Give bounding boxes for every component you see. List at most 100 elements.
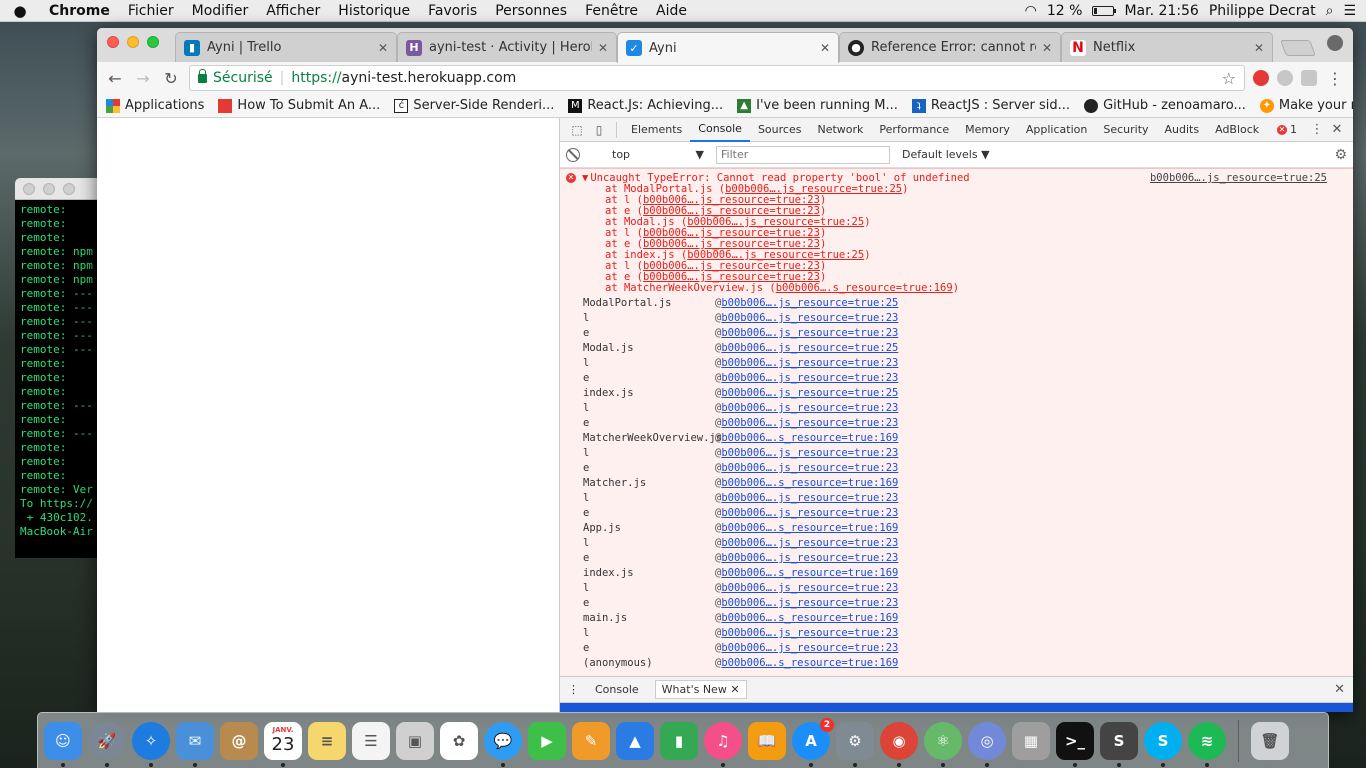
reload-icon[interactable]: ↻ bbox=[161, 69, 181, 88]
tab-memory[interactable]: Memory bbox=[957, 118, 1018, 142]
close-tab-icon[interactable]: ✕ bbox=[820, 41, 830, 55]
reminders-icon[interactable]: ☰ bbox=[352, 721, 390, 760]
mail-icon[interactable]: ✉ bbox=[176, 721, 214, 767]
extension-grey-icon[interactable] bbox=[1277, 70, 1293, 86]
web-page-viewport[interactable] bbox=[97, 118, 559, 712]
tab-network[interactable]: Network bbox=[809, 118, 871, 142]
menu-afficher[interactable]: Afficher bbox=[257, 3, 329, 19]
launchpad-icon[interactable]: 🚀 bbox=[88, 721, 126, 767]
bookmark-item[interactable]: ʇ ReactJS : Server sid... bbox=[909, 98, 1073, 113]
menu-app-chrome[interactable]: Chrome bbox=[40, 3, 119, 19]
stack-location-link[interactable]: b00b006….js_resource=true:23 bbox=[721, 641, 898, 656]
close-drawer-icon[interactable]: ✕ bbox=[1334, 682, 1345, 697]
tab-sources[interactable]: Sources bbox=[750, 118, 810, 142]
app-store-icon[interactable]: A2 bbox=[792, 717, 834, 767]
stack-location-link[interactable]: b00b006….js_resource=true:23 bbox=[721, 551, 898, 566]
menu-modifier[interactable]: Modifier bbox=[183, 3, 258, 19]
menu-aide[interactable]: Aide bbox=[647, 3, 696, 19]
stack-location-link[interactable]: b00b006….js_resource=true:23 bbox=[721, 416, 898, 431]
stack-location-link[interactable]: b00b006….js_resource=true:23 bbox=[721, 596, 898, 611]
close-tab-icon[interactable]: ✕ bbox=[598, 41, 608, 55]
back-arrow-icon[interactable]: ← bbox=[105, 69, 125, 88]
spotlight-icon[interactable]: ⌕ bbox=[1326, 3, 1334, 19]
tab-adblock[interactable]: AdBlock bbox=[1207, 118, 1267, 142]
stack-location-link[interactable]: b00b006….s_resource=true:169 bbox=[721, 521, 898, 536]
messages-icon[interactable]: 💬 bbox=[484, 721, 522, 767]
forward-arrow-icon[interactable]: → bbox=[133, 69, 153, 88]
devtools-menu-icon[interactable]: ⋮ bbox=[1307, 122, 1327, 137]
stack-location-link[interactable]: b00b006….js_resource=true:23 bbox=[721, 536, 898, 551]
bookmark-item[interactable]: ▲ I've been running M... bbox=[734, 98, 901, 113]
terminal-zoom-button[interactable] bbox=[63, 182, 75, 195]
close-window-button[interactable] bbox=[107, 36, 119, 48]
new-tab-button[interactable] bbox=[1280, 40, 1316, 56]
stack-location-link[interactable]: b00b006….js_resource=true:23 bbox=[721, 311, 898, 326]
menu-personnes[interactable]: Personnes bbox=[486, 3, 576, 19]
error-message-row[interactable]: ✕ ▼ Uncaught TypeError: Cannot read prop… bbox=[560, 169, 1353, 184]
tab-github[interactable]: ● Reference Error: cannot read ✕ bbox=[839, 32, 1061, 62]
extension-cast-icon[interactable] bbox=[1301, 70, 1317, 86]
error-count-badge[interactable]: ✕ 1 bbox=[1277, 123, 1307, 136]
stack-location-link[interactable]: b00b006….js_resource=true:25 bbox=[721, 296, 898, 311]
contacts-icon[interactable]: @ bbox=[220, 721, 258, 760]
stack-location-link[interactable]: b00b006….s_resource=true:169 bbox=[721, 476, 898, 491]
pages-icon[interactable]: ✎ bbox=[572, 721, 610, 760]
drawer-tab-console[interactable]: Console bbox=[589, 681, 645, 698]
menu-favoris[interactable]: Favoris bbox=[419, 3, 486, 19]
drawer-tab-whats-new[interactable]: What's New ✕ bbox=[654, 680, 747, 699]
tab-performance[interactable]: Performance bbox=[871, 118, 957, 142]
menu-fenetre[interactable]: Fenêtre bbox=[576, 3, 647, 19]
console-output[interactable]: ✕ ▼ Uncaught TypeError: Cannot read prop… bbox=[560, 168, 1353, 676]
close-devtools-icon[interactable]: ✕ bbox=[1327, 122, 1347, 137]
menu-fichier[interactable]: Fichier bbox=[119, 3, 183, 19]
stack-location-link[interactable]: b00b006….js_resource=true:23 bbox=[721, 626, 898, 641]
photo-booth-icon[interactable]: ▣ bbox=[396, 721, 434, 760]
tab-application[interactable]: Application bbox=[1018, 118, 1095, 142]
log-levels-selector[interactable]: Default levels ▼ bbox=[902, 148, 990, 161]
stack-location-link[interactable]: b00b006….s_resource=true:169 bbox=[721, 431, 898, 446]
close-tab-icon[interactable]: ✕ bbox=[1042, 41, 1052, 55]
stack-location-link[interactable]: b00b006….s_resource=true:169 bbox=[721, 656, 898, 671]
apple-menu-icon[interactable]: ● bbox=[0, 2, 40, 20]
terminal-icon[interactable]: >_ bbox=[1056, 721, 1094, 767]
bookmark-item[interactable]: ✦ Make your meteo... bbox=[1257, 98, 1353, 113]
drawer-menu-icon[interactable]: ⋮ bbox=[568, 683, 579, 696]
safari-icon[interactable]: ✧ bbox=[132, 721, 170, 767]
photo-icon[interactable]: ▦ bbox=[1012, 721, 1050, 760]
photos-icon[interactable]: ✿ bbox=[440, 721, 478, 760]
chrome-icon[interactable]: ◉ bbox=[880, 721, 918, 767]
tab-audits[interactable]: Audits bbox=[1157, 118, 1208, 142]
facetime-icon[interactable]: ▶ bbox=[528, 721, 566, 760]
stack-location-link[interactable]: b00b006….js_resource=true:23 bbox=[721, 326, 898, 341]
stack-location-link[interactable]: b00b006….s_resource=true:169 bbox=[721, 566, 898, 581]
calendar-icon[interactable]: JANV. 23 bbox=[264, 721, 302, 767]
notification-center-icon[interactable]: ☰ bbox=[1343, 3, 1356, 19]
user-name[interactable]: Philippe Decrat bbox=[1209, 3, 1316, 19]
clock[interactable]: Mar. 21:56 bbox=[1124, 3, 1198, 19]
stack-location-link[interactable]: b00b006….js_resource=true:23 bbox=[721, 461, 898, 476]
spotify-icon[interactable]: ≋ bbox=[1188, 721, 1226, 767]
address-bar[interactable]: Sécurisé | https:// ayni-test.herokuapp.… bbox=[189, 65, 1245, 91]
stack-location-link[interactable]: b00b006….js_resource=true:25 bbox=[721, 386, 898, 401]
chrome-menu-icon[interactable]: ⋮ bbox=[1325, 69, 1345, 88]
stack-location-link[interactable]: b00b006….js_resource=true:23 bbox=[721, 371, 898, 386]
sublime-icon[interactable]: S bbox=[1100, 721, 1138, 767]
terminal-window[interactable]: remote: remote: remote: remote: npm remote:… bbox=[15, 178, 100, 558]
wifi-icon[interactable]: ◠ bbox=[1025, 3, 1037, 19]
bookmark-star-icon[interactable]: ☆ bbox=[1222, 69, 1236, 88]
bookmark-item[interactable]: GitHub - zenoamaro... bbox=[1081, 98, 1249, 113]
terminal-close-button[interactable] bbox=[23, 182, 35, 195]
atom-icon[interactable]: ⚛ bbox=[924, 721, 962, 767]
bookmark-item[interactable]: ć Server-Side Renderi... bbox=[391, 98, 557, 113]
discord-icon[interactable]: ◎ bbox=[968, 721, 1006, 767]
bookmark-item[interactable]: How To Submit An A... bbox=[215, 98, 383, 113]
skype-icon[interactable]: S bbox=[1144, 721, 1182, 767]
finder-icon[interactable]: ☺ bbox=[44, 721, 82, 767]
inspect-element-icon[interactable]: ⬚ bbox=[566, 123, 588, 137]
frame-link[interactable]: b00b006….s_resource=true:169 bbox=[776, 282, 953, 294]
filter-input[interactable] bbox=[716, 145, 890, 164]
profile-avatar-icon[interactable] bbox=[1327, 35, 1343, 51]
terminal-minimize-button[interactable] bbox=[43, 182, 55, 195]
keynote-icon[interactable]: ▲ bbox=[616, 721, 654, 760]
lock-icon[interactable] bbox=[198, 68, 207, 83]
